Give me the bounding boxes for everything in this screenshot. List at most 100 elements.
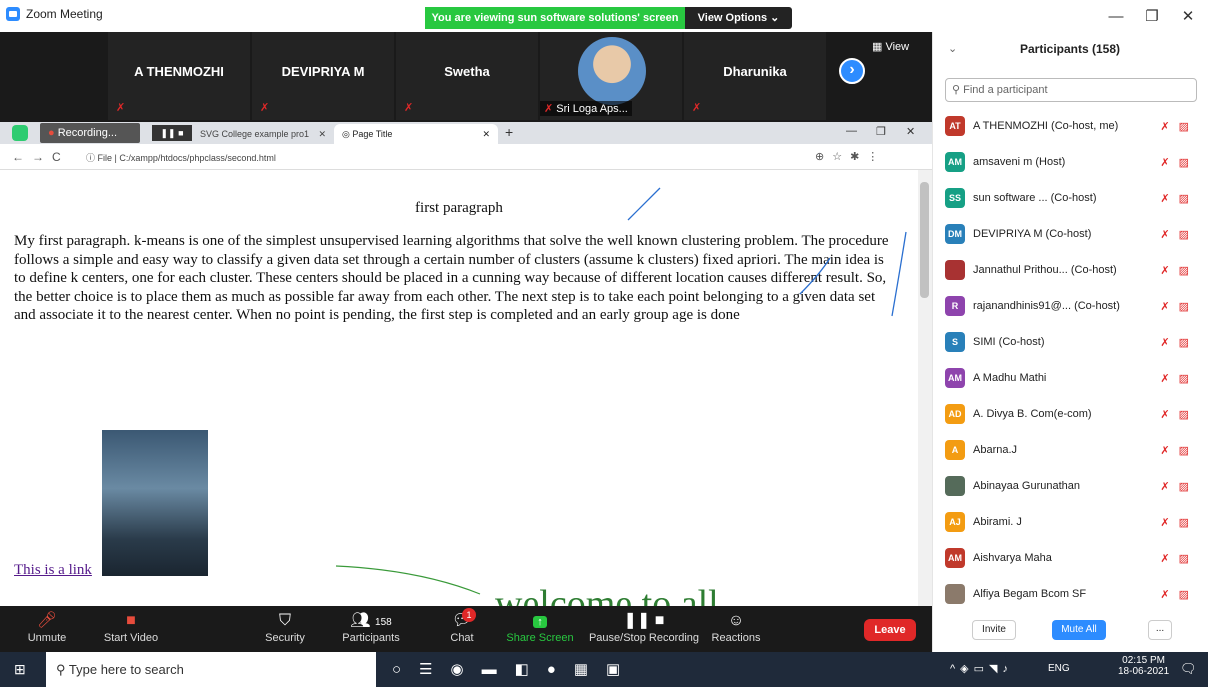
participant-row[interactable]: Alfiya Begam Bcom SF ✗ ▨ xyxy=(945,576,1200,612)
participant-row[interactable]: Rrajanandhinis91@... (Co-host) ✗ ▨ xyxy=(945,288,1200,324)
maximize-button[interactable]: ❐ xyxy=(1134,4,1170,30)
recording-controls[interactable]: ❚❚ ■ xyxy=(152,125,192,141)
clock-date: 18-06-2021 xyxy=(1118,666,1170,677)
window-close-icon[interactable]: ✕ xyxy=(906,125,915,138)
zoom-logo-icon xyxy=(6,7,20,21)
unmute-button[interactable]: 🎤︎ Unmute xyxy=(22,606,72,652)
reactions-button[interactable]: ☺ Reactions xyxy=(710,606,762,652)
participant-name: Sri Loga Aps... xyxy=(556,103,628,115)
participant-name: DEVIPRIYA M (Co-host) xyxy=(973,228,1092,240)
invite-button[interactable]: Invite xyxy=(972,620,1016,640)
avatar: S xyxy=(945,332,965,352)
avatar xyxy=(945,260,965,280)
video-tile[interactable]: ✗ Sri Loga Aps... xyxy=(540,32,682,120)
taskbar-app-icons[interactable]: ○☰◉▬◧●▦▣ xyxy=(392,660,638,678)
participant-row[interactable]: Abinayaa Gurunathan ✗ ▨ xyxy=(945,468,1200,504)
sharing-banner: You are viewing sun software solutions' … xyxy=(425,7,685,29)
video-tile[interactable]: Dharunika ✗ xyxy=(684,32,826,120)
participant-row[interactable]: AJ Abirami. J ✗ ▨ xyxy=(945,504,1200,540)
participant-search-input[interactable]: ⚲ Find a participant xyxy=(945,78,1197,102)
tab-close-icon[interactable]: ✕ xyxy=(318,124,326,144)
avatar xyxy=(945,584,965,604)
more-options-button[interactable]: ... xyxy=(1148,620,1172,640)
window-restore-icon[interactable]: ❐ xyxy=(876,125,886,138)
shield-icon xyxy=(12,125,28,141)
participant-row[interactable]: AT A THENMOZHI (Co-host, me) ✗ ▨ xyxy=(945,108,1200,144)
browser-tab[interactable]: SVG College example pro1 ✕ xyxy=(196,124,332,144)
windows-start-icon[interactable]: ⊞ xyxy=(14,661,26,678)
close-button[interactable]: ✕ xyxy=(1170,4,1206,30)
scrollbar-thumb[interactable] xyxy=(920,182,929,298)
participant-name: Aishvarya Maha xyxy=(973,552,1052,564)
mic-video-muted-icon: ✗ ▨ xyxy=(1160,552,1192,565)
participant-row[interactable]: Jannathul Prithou... (Co-host) ✗ ▨ xyxy=(945,252,1200,288)
participant-name: sun software ... (Co-host) xyxy=(973,192,1097,204)
participant-row[interactable]: AM Aishvarya Maha ✗ ▨ xyxy=(945,540,1200,576)
web-page: first paragraph My first paragraph. k-me… xyxy=(0,170,918,606)
participants-button[interactable]: 👥︎ 158 Participants xyxy=(338,606,404,652)
participants-header: Participants (158) xyxy=(1019,42,1121,56)
notifications-icon[interactable]: 🗨︎ xyxy=(1180,661,1197,677)
participants-label: Participants xyxy=(342,632,400,644)
video-tile[interactable]: DEVIPRIYA M ✗ xyxy=(252,32,394,120)
video-tile[interactable]: Swetha ✗ xyxy=(396,32,538,120)
mic-video-muted-icon: ✗ ▨ xyxy=(1160,336,1192,349)
url-field[interactable]: ⓘ File | C:/xampp/htdocs/phpclass/second… xyxy=(86,151,276,164)
nav-buttons[interactable]: ←→C xyxy=(12,150,69,164)
tab-close-icon[interactable]: ✕ xyxy=(482,124,490,144)
avatar: DM xyxy=(945,224,965,244)
participants-count: 158 xyxy=(375,617,392,628)
taskbar-search-input[interactable]: ⚲ Type here to search xyxy=(46,652,376,687)
search-icon: ⚲ xyxy=(56,662,69,677)
participant-name: SIMI (Co-host) xyxy=(973,336,1045,348)
participant-row[interactable]: S SIMI (Co-host) ✗ ▨ xyxy=(945,324,1200,360)
recording-indicator[interactable]: ● Recording... xyxy=(40,123,140,143)
pause-stop-icon: ❚❚ ■ xyxy=(623,612,665,629)
view-options-button[interactable]: View Options ⌄ xyxy=(685,7,792,29)
browser-toolbar-icons[interactable]: ⊕☆✱⋮ xyxy=(815,150,886,163)
window-title-text: Zoom Meeting xyxy=(26,7,103,21)
window-minimize-icon[interactable]: — xyxy=(846,125,857,137)
participant-row[interactable]: SS sun software ... (Co-host) ✗ ▨ xyxy=(945,180,1200,216)
participant-row[interactable]: DM DEVIPRIYA M (Co-host) ✗ ▨ xyxy=(945,216,1200,252)
windows-taskbar: ⊞ ⚲ Type here to search ○☰◉▬◧●▦▣ ^◈▭◥♪ E… xyxy=(0,652,1208,687)
mic-video-muted-icon: ✗ ▨ xyxy=(1160,408,1192,421)
people-icon: 👥︎ 158 xyxy=(350,612,392,629)
share-screen-label: Share Screen xyxy=(506,632,574,644)
mic-muted-icon: ✗ xyxy=(116,102,126,114)
new-tab-icon[interactable]: + xyxy=(505,124,513,140)
browser-tab-active[interactable]: ◎ Page Title ✕ xyxy=(334,124,498,144)
mic-video-muted-icon: ✗ ▨ xyxy=(1160,480,1192,493)
participant-row[interactable]: AM A Madhu Mathi ✗ ▨ xyxy=(945,360,1200,396)
view-label: View xyxy=(885,41,910,53)
participant-row[interactable]: A Abarna.J ✗ ▨ xyxy=(945,432,1200,468)
meeting-toolbar: 🎤︎ Unmute ■ Start Video ⛉ Security 👥︎ 158 Pa… xyxy=(0,606,932,652)
unmute-label: Unmute xyxy=(27,632,67,644)
system-tray-icons[interactable]: ^◈▭◥♪ xyxy=(950,662,1013,675)
mic-video-muted-icon: ✗ ▨ xyxy=(1160,516,1192,529)
security-label: Security xyxy=(265,632,305,644)
view-layout-button[interactable]: ▦ View xyxy=(872,40,909,53)
globe-icon: ◎ xyxy=(342,129,353,139)
clock[interactable]: 02:15 PM 18-06-2021 xyxy=(1118,655,1169,677)
mic-muted-icon: ✗ xyxy=(260,102,270,114)
share-screen-button[interactable]: ↑ Share Screen xyxy=(506,606,574,652)
video-tile[interactable]: A THENMOZHI ✗ xyxy=(108,32,250,120)
leave-button[interactable]: Leave xyxy=(864,619,916,641)
info-icon: ⓘ xyxy=(86,153,98,163)
mic-muted-icon: ✗ xyxy=(544,103,557,115)
search-icon: ⚲ xyxy=(952,84,964,96)
participant-row[interactable]: AM amsaveni m (Host) ✗ ▨ xyxy=(945,144,1200,180)
minimize-button[interactable]: — xyxy=(1098,4,1134,30)
avatar: A xyxy=(945,440,965,460)
language-indicator[interactable]: ENG xyxy=(1048,663,1070,674)
participant-row[interactable]: AD A. Divya B. Com(e-com) ✗ ▨ xyxy=(945,396,1200,432)
start-video-button[interactable]: ■ Start Video xyxy=(96,606,166,652)
pause-stop-recording-button[interactable]: ❚❚ ■ Pause/Stop Recording xyxy=(588,606,700,652)
participant-name: Abirami. J xyxy=(973,516,1022,528)
security-button[interactable]: ⛉ Security xyxy=(260,606,310,652)
next-page-arrow-icon[interactable]: › xyxy=(839,58,865,84)
participant-name: Abinayaa Gurunathan xyxy=(973,480,1081,492)
participant-name: DEVIPRIYA M xyxy=(281,64,365,79)
mute-all-button[interactable]: Mute All xyxy=(1052,620,1106,640)
